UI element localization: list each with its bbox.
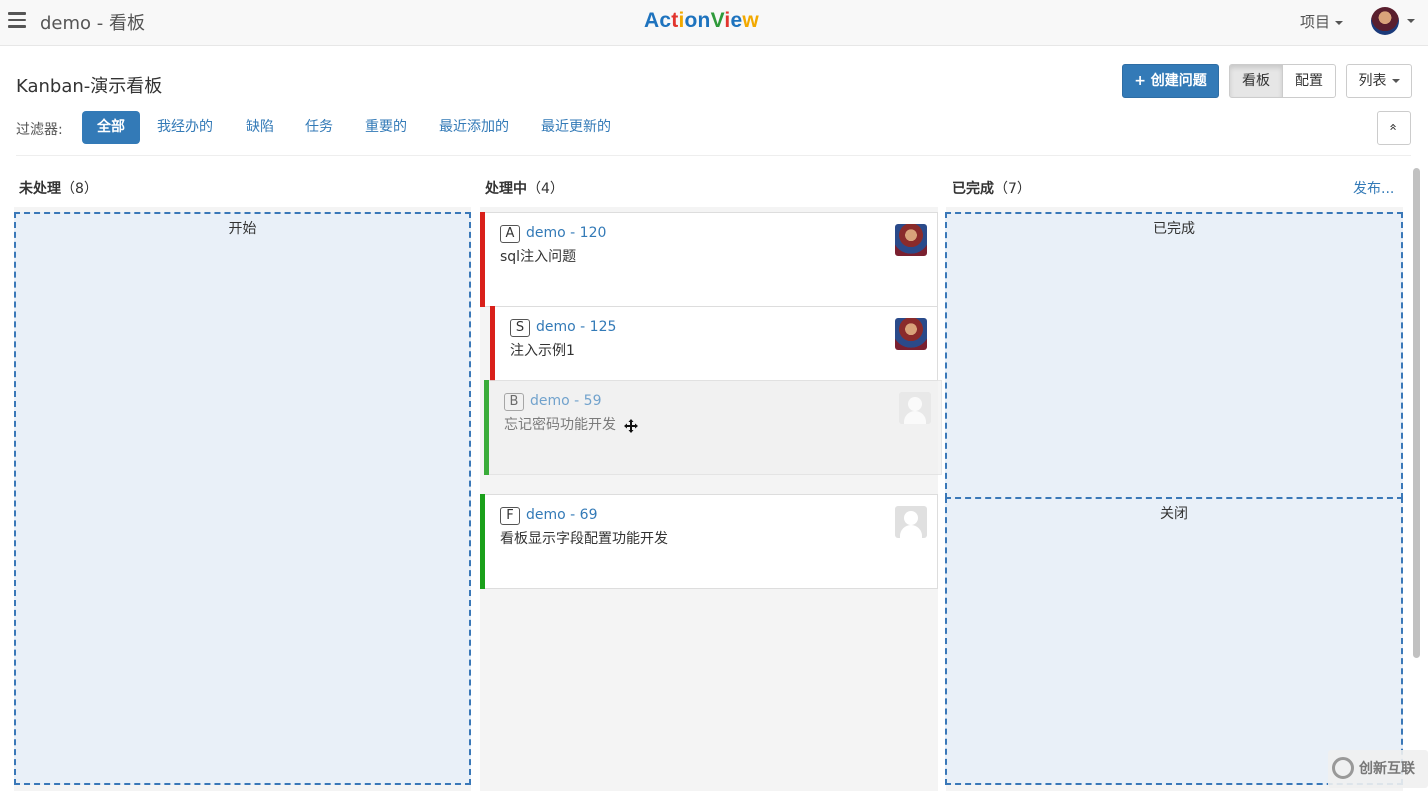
- collapse-filters-button[interactable]: »: [1377, 111, 1411, 145]
- issue-type-badge: F: [500, 507, 520, 525]
- issue-type-badge: B: [504, 393, 524, 411]
- plus-icon: +: [1134, 73, 1146, 89]
- assignee-avatar: [895, 506, 927, 538]
- issue-summary: 忘记密码功能开发: [504, 417, 616, 433]
- issue-card-dragging[interactable]: B demo - 59 忘记密码功能开发: [484, 380, 942, 475]
- nav-project-title[interactable]: demo - 看板: [40, 9, 145, 35]
- dropzone-label: 关闭: [1160, 506, 1188, 522]
- project-menu-button[interactable]: 项目: [1300, 11, 1344, 32]
- issue-summary: 看板显示字段配置功能开发: [500, 531, 668, 547]
- create-issue-label: 创建问题: [1150, 73, 1207, 89]
- assignee-avatar: [895, 318, 927, 350]
- issue-key-link[interactable]: demo - 69: [526, 507, 597, 523]
- dropzone-label: 已完成: [1153, 221, 1195, 237]
- issue-key-link[interactable]: demo - 120: [526, 225, 606, 241]
- brand-letter: n: [697, 9, 711, 32]
- brand-letter: w: [742, 9, 759, 32]
- filter-important[interactable]: 重要的: [350, 111, 422, 144]
- filter-bugs[interactable]: 缺陷: [231, 111, 289, 144]
- chevron-down-icon: [1391, 79, 1400, 83]
- view-board-button[interactable]: 看板: [1229, 64, 1283, 98]
- chevron-down-icon: [1335, 20, 1344, 25]
- issue-type-badge: A: [500, 225, 520, 243]
- filter-all[interactable]: 全部: [82, 111, 140, 144]
- issue-card[interactable]: S demo - 125 注入示例1: [490, 306, 938, 381]
- list-view-label: 列表: [1358, 73, 1387, 89]
- dropzone-done[interactable]: 已完成: [945, 212, 1403, 499]
- column-count: （4）: [527, 181, 564, 197]
- filter-recently-added[interactable]: 最近添加的: [424, 111, 524, 144]
- priority-bar: [484, 380, 489, 475]
- column-header-in-progress: 处理中（4）: [485, 178, 564, 198]
- column-header-done: 已完成（7）: [952, 178, 1031, 198]
- user-avatar[interactable]: [1371, 7, 1399, 35]
- brand-letter: o: [684, 9, 698, 32]
- priority-bar: [480, 494, 485, 589]
- dropzone-label: 开始: [228, 221, 257, 237]
- filter-assigned-to-me[interactable]: 我经办的: [142, 111, 228, 144]
- priority-bar: [480, 212, 485, 307]
- dropzone-start[interactable]: 开始: [14, 212, 471, 785]
- brand-letter: e: [730, 9, 743, 32]
- assignee-avatar: [895, 224, 927, 256]
- issue-summary: 注入示例1: [510, 343, 575, 359]
- column-header-todo: 未处理（8）: [19, 178, 98, 198]
- vertical-scrollbar[interactable]: [1413, 168, 1420, 658]
- page-title: Kanban-演示看板: [16, 76, 163, 97]
- column-title: 处理中: [485, 181, 527, 197]
- watermark-text: 创新互联: [1359, 761, 1415, 777]
- filter-recently-updated[interactable]: 最近更新的: [526, 111, 626, 144]
- issue-summary: sql注入问题: [500, 249, 577, 265]
- filter-tasks[interactable]: 任务: [290, 111, 348, 144]
- double-chevron-up-icon: »: [1386, 123, 1401, 131]
- watermark-logo: 创新互联: [1328, 750, 1428, 788]
- release-link[interactable]: 发布...: [1353, 178, 1394, 198]
- issue-key-link[interactable]: demo - 59: [530, 393, 601, 409]
- issue-card[interactable]: F demo - 69 看板显示字段配置功能开发: [480, 494, 938, 589]
- assignee-avatar: [899, 392, 931, 424]
- priority-bar: [490, 306, 495, 381]
- issue-card[interactable]: A demo - 120 sql注入问题: [480, 212, 938, 307]
- brand-letter: A: [644, 9, 660, 32]
- move-cursor-icon: [624, 419, 638, 433]
- view-config-button[interactable]: 配置: [1282, 64, 1336, 98]
- brand-logo[interactable]: ActionView: [644, 9, 759, 33]
- brand-letter: V: [710, 9, 725, 32]
- hamburger-menu-icon[interactable]: [8, 12, 26, 28]
- column-title: 已完成: [952, 181, 994, 197]
- create-issue-button[interactable]: + 创建问题: [1122, 64, 1219, 98]
- chevron-down-icon[interactable]: [1407, 19, 1415, 23]
- filter-label: 过滤器:: [16, 122, 63, 138]
- column-count: （7）: [994, 181, 1031, 197]
- project-menu-label: 项目: [1300, 13, 1331, 31]
- top-navbar: demo - 看板 ActionView 项目: [0, 0, 1428, 46]
- watermark-icon: [1332, 757, 1354, 779]
- brand-letter: c: [659, 9, 672, 32]
- column-title: 未处理: [19, 181, 61, 197]
- header-divider: [16, 155, 1411, 156]
- dropzone-closed[interactable]: 关闭: [945, 497, 1403, 785]
- list-view-button[interactable]: 列表: [1346, 64, 1412, 98]
- column-count: （8）: [61, 181, 98, 197]
- issue-key-link[interactable]: demo - 125: [536, 319, 616, 335]
- issue-type-badge: S: [510, 319, 530, 337]
